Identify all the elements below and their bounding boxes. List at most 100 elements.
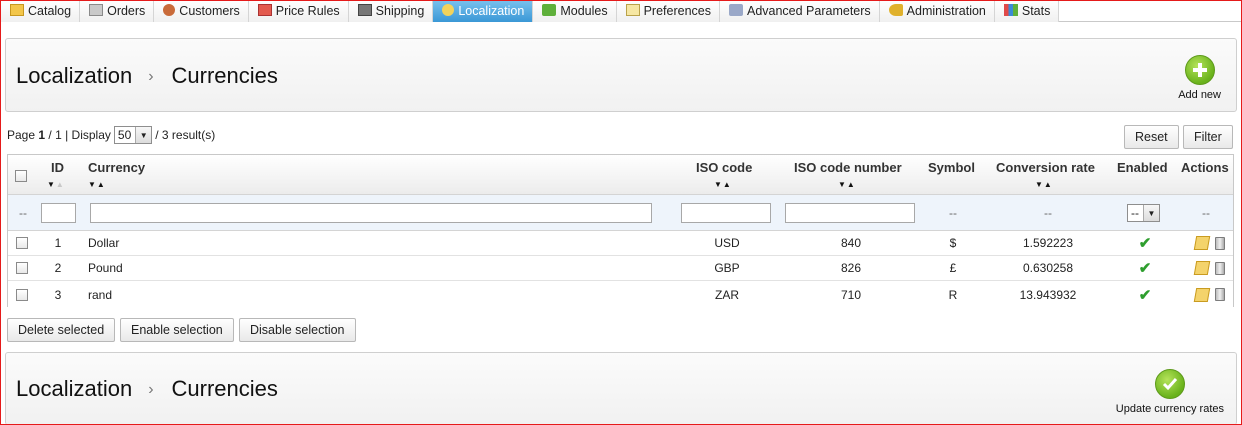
cell-iso-code-number: 710 — [840, 287, 862, 302]
tab-label: Modules — [560, 4, 608, 18]
delete-icon[interactable] — [1215, 261, 1225, 275]
col-conversion-rate[interactable]: Conversion rate — [996, 160, 1095, 175]
currencies-table: ID ▼▲ Currency ▼▲ ISO code ▼▲ ISO code n… — [7, 154, 1234, 307]
key-icon — [888, 4, 903, 16]
tab-modules[interactable]: Modules — [533, 0, 617, 22]
tab-label: Stats — [1021, 4, 1051, 18]
tab-advanced-parameters[interactable]: Advanced Parameters — [719, 0, 880, 22]
tab-administration[interactable]: Administration — [879, 0, 995, 22]
sort-iso-code[interactable]: ▼▲ — [714, 180, 732, 189]
reset-button[interactable]: Reset — [1124, 125, 1179, 149]
edit-icon[interactable] — [1193, 236, 1211, 250]
table-header: ID ▼▲ Currency ▼▲ ISO code ▼▲ ISO code n… — [8, 155, 1233, 195]
breadcrumb-separator: › — [148, 381, 154, 398]
sort-iso-code-number[interactable]: ▼▲ — [838, 180, 856, 189]
col-iso-code-number[interactable]: ISO code number — [794, 160, 902, 175]
enabled-check-icon[interactable]: ✔ — [1133, 282, 1157, 307]
cart-icon — [89, 4, 104, 16]
sort-currency[interactable]: ▼▲ — [88, 180, 106, 189]
filter-currency-input[interactable] — [90, 203, 652, 223]
tab-label: Orders — [107, 4, 146, 18]
table-row[interactable]: 1 Dollar USD 840 $ 1.592223 ✔ — [8, 231, 1233, 256]
tab-price-rules[interactable]: Price Rules — [248, 0, 349, 22]
col-symbol: Symbol — [928, 160, 975, 175]
breadcrumb: Localization › Currencies — [16, 63, 278, 89]
table-row[interactable]: 2 Pound GBP 826 £ 0.630258 ✔ — [8, 256, 1233, 281]
current-page: 1 — [38, 128, 46, 142]
breadcrumb-section: Localization — [16, 63, 133, 88]
edit-icon[interactable] — [1193, 287, 1211, 302]
edit-icon[interactable] — [1193, 261, 1211, 275]
cell-iso-code: GBP — [714, 261, 740, 275]
page-title: Currencies — [171, 376, 278, 401]
breadcrumb: Localization › Currencies — [16, 376, 278, 402]
col-enabled: Enabled — [1117, 160, 1168, 175]
cell-currency: rand — [88, 287, 113, 302]
filter-actions-dash: -- — [1202, 205, 1210, 220]
cell-currency: Pound — [88, 261, 123, 275]
filter-row: -- -- -- -- ▼ -- — [8, 195, 1233, 231]
tab-localization[interactable]: Localization — [433, 0, 534, 22]
tab-shipping[interactable]: Shipping — [348, 0, 434, 22]
tab-customers[interactable]: Customers — [154, 0, 249, 22]
check-icon — [1154, 369, 1185, 399]
tab-label: Catalog — [28, 4, 72, 18]
tab-orders[interactable]: Orders — [80, 0, 155, 22]
cell-iso-code: USD — [714, 236, 740, 250]
table-row[interactable]: 3 rand ZAR 710 R 13.943932 ✔ — [8, 282, 1233, 307]
col-iso-code[interactable]: ISO code — [696, 160, 752, 175]
cell-conversion-rate: 1.592223 — [1022, 236, 1074, 250]
enabled-check-icon[interactable]: ✔ — [1133, 231, 1157, 255]
globe-icon — [442, 4, 455, 16]
filter-button[interactable]: Filter — [1183, 125, 1233, 149]
tab-label: Localization — [458, 4, 525, 18]
page-header: Localization › Currencies Add new — [5, 38, 1237, 112]
filter-iso-number-input[interactable] — [785, 203, 915, 223]
filter-symbol-dash: -- — [949, 205, 957, 220]
row-checkbox[interactable] — [16, 237, 28, 249]
tab-stats[interactable]: Stats — [994, 0, 1060, 22]
cell-symbol: R — [948, 287, 958, 302]
filter-enabled-select[interactable]: -- ▼ — [1127, 204, 1160, 222]
col-id[interactable]: ID — [51, 160, 64, 175]
filter-id-input[interactable] — [41, 203, 76, 223]
tab-preferences[interactable]: Preferences — [616, 0, 720, 22]
sort-id[interactable]: ▼▲ — [47, 180, 65, 189]
cell-iso-code: ZAR — [715, 287, 739, 302]
cell-id: 3 — [54, 287, 62, 302]
tab-label: Customers — [179, 4, 240, 18]
filter-enabled-value: -- — [1131, 206, 1139, 220]
enable-selection-button[interactable]: Enable selection — [120, 318, 234, 342]
col-actions: Actions — [1181, 160, 1229, 175]
cell-symbol: $ — [949, 236, 957, 250]
disable-selection-button[interactable]: Disable selection — [239, 318, 356, 342]
select-all-checkbox[interactable] — [15, 170, 27, 182]
chevron-down-icon: ▼ — [135, 127, 152, 143]
folder-icon — [10, 4, 24, 16]
delete-icon[interactable] — [1215, 288, 1225, 301]
tab-label: Shipping — [375, 4, 425, 18]
tab-label: Administration — [906, 4, 986, 18]
delete-selected-button[interactable]: Delete selected — [7, 318, 116, 342]
result-count: / 3 result(s) — [155, 128, 216, 142]
update-currency-rates-button[interactable]: Update currency rates — [1116, 369, 1224, 415]
add-new-button[interactable]: Add new — [1178, 55, 1221, 101]
page-count-text: / 1 | Display — [48, 128, 111, 142]
add-new-label: Add new — [1178, 89, 1221, 101]
delete-icon[interactable] — [1215, 236, 1225, 250]
enabled-check-icon[interactable]: ✔ — [1133, 256, 1157, 280]
cell-currency: Dollar — [88, 236, 120, 250]
sort-conversion-rate[interactable]: ▼▲ — [1035, 180, 1053, 189]
row-checkbox[interactable] — [16, 262, 28, 274]
per-page-select[interactable]: 50 ▼ — [113, 126, 153, 144]
filter-dash: -- — [19, 205, 27, 220]
main-nav: Catalog Orders Customers Price Rules Shi… — [1, 0, 1241, 22]
tab-label: Preferences — [643, 4, 711, 18]
wrench-icon — [728, 4, 743, 16]
row-checkbox[interactable] — [16, 288, 28, 301]
filter-iso-code-input[interactable] — [681, 203, 771, 223]
tab-catalog[interactable]: Catalog — [1, 0, 81, 22]
col-currency[interactable]: Currency — [88, 160, 145, 175]
cell-conversion-rate: 0.630258 — [1022, 261, 1074, 275]
breadcrumb-separator: › — [148, 68, 154, 85]
